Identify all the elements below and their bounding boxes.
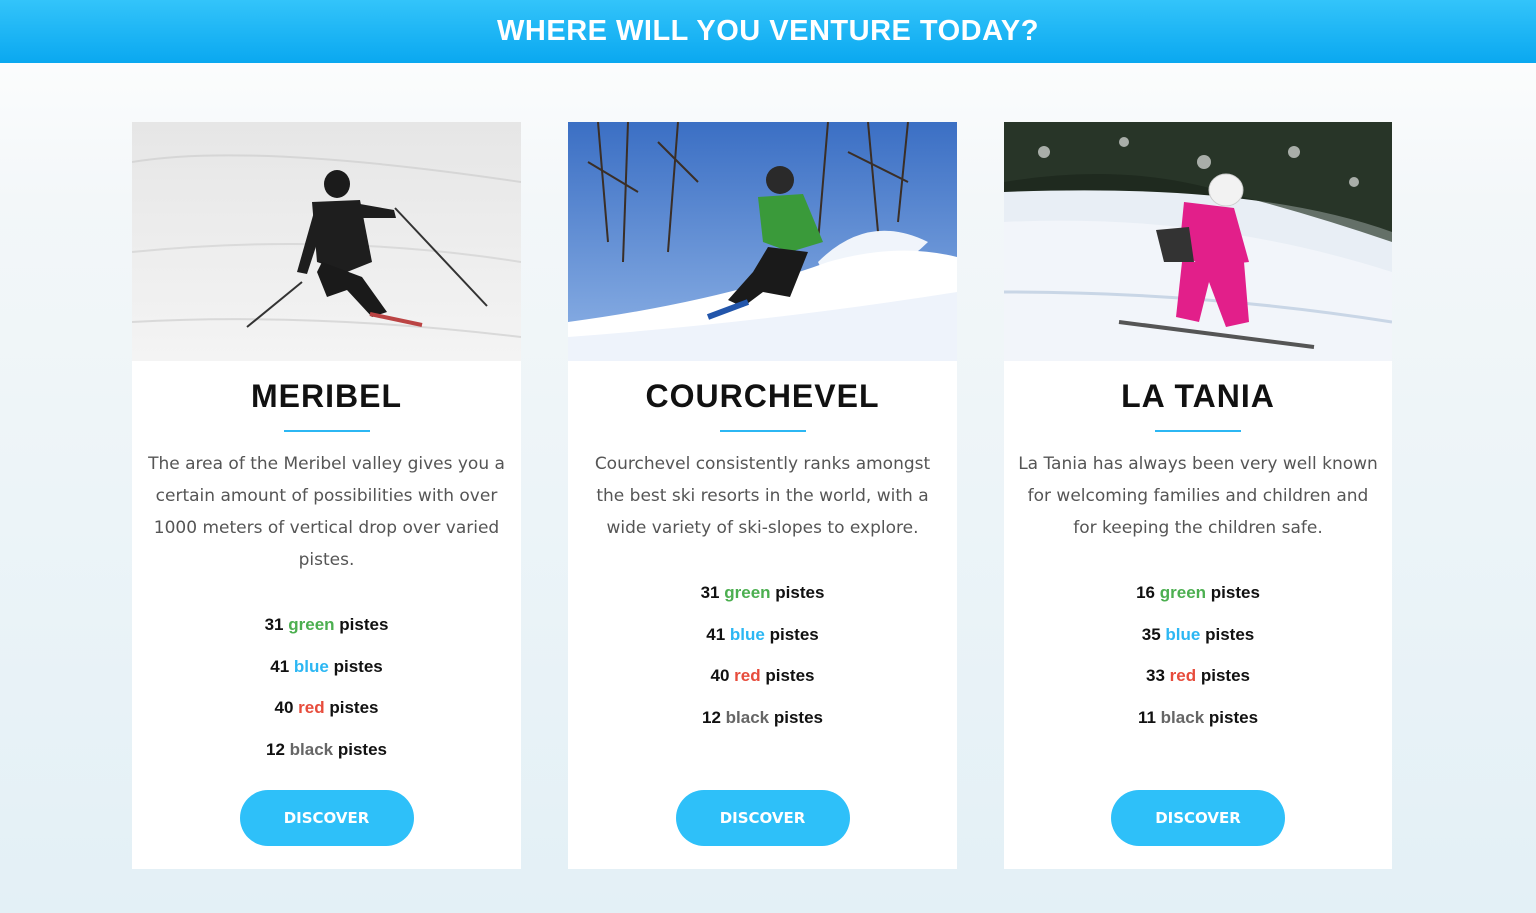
piste-count-green: 31 green pistes [264, 615, 389, 634]
title-divider [719, 430, 806, 432]
piste-count-red: 40 red pistes [710, 666, 815, 685]
resort-card-meribel: MERIBEL The area of the Meribel valley g… [132, 122, 521, 869]
piste-count-green: 16 green pistes [1136, 583, 1260, 602]
resort-title: COURCHEVEL [645, 378, 880, 414]
piste-count-blue: 35 blue pistes [1141, 624, 1255, 644]
resort-photo-meribel [132, 122, 521, 361]
discover-button-courchevel[interactable]: DISCOVER [675, 790, 850, 846]
piste-count-black: 11 black pistes [1137, 707, 1259, 727]
title-divider [283, 430, 370, 432]
discover-button-meribel[interactable]: DISCOVER [239, 790, 414, 846]
resort-description: The area of the Meribel valley gives you… [148, 454, 505, 570]
piste-count-red: 33 red pistes [1146, 666, 1250, 685]
piste-count-green: 31 green pistes [700, 583, 825, 602]
resort-photo-courchevel [568, 122, 957, 361]
piste-list: 31 green pistes 41 blue pistes 40 red pi… [568, 572, 957, 738]
header-bar: WHERE WILL YOU VENTURE TODAY? [0, 0, 1536, 63]
resort-description: Courchevel consistently ranks amongst th… [594, 454, 931, 538]
resort-title: LA TANIA [1121, 378, 1275, 414]
resort-card-la-tania: LA TANIA La Tania has always been very w… [1004, 122, 1392, 869]
piste-list: 31 green pistes 41 blue pistes 40 red pi… [132, 604, 521, 770]
discover-button-la-tania[interactable]: DISCOVER [1111, 790, 1285, 846]
resort-card-courchevel: COURCHEVEL Courchevel consistently ranks… [568, 122, 957, 869]
piste-count-red: 40 red pistes [274, 698, 379, 717]
piste-count-black: 12 black pistes [701, 707, 823, 727]
resort-title: MERIBEL [251, 378, 402, 414]
piste-count-blue: 41 blue pistes [706, 624, 819, 644]
page-title: WHERE WILL YOU VENTURE TODAY? [497, 15, 1039, 47]
title-divider [1155, 430, 1241, 432]
resort-description: La Tania has always been very well known… [1018, 454, 1378, 538]
piste-list: 16 green pistes 35 blue pistes 33 red pi… [1004, 572, 1392, 738]
piste-count-blue: 41 blue pistes [270, 656, 383, 676]
piste-count-black: 12 black pistes [265, 739, 387, 759]
resort-photo-la-tania [1004, 122, 1392, 361]
